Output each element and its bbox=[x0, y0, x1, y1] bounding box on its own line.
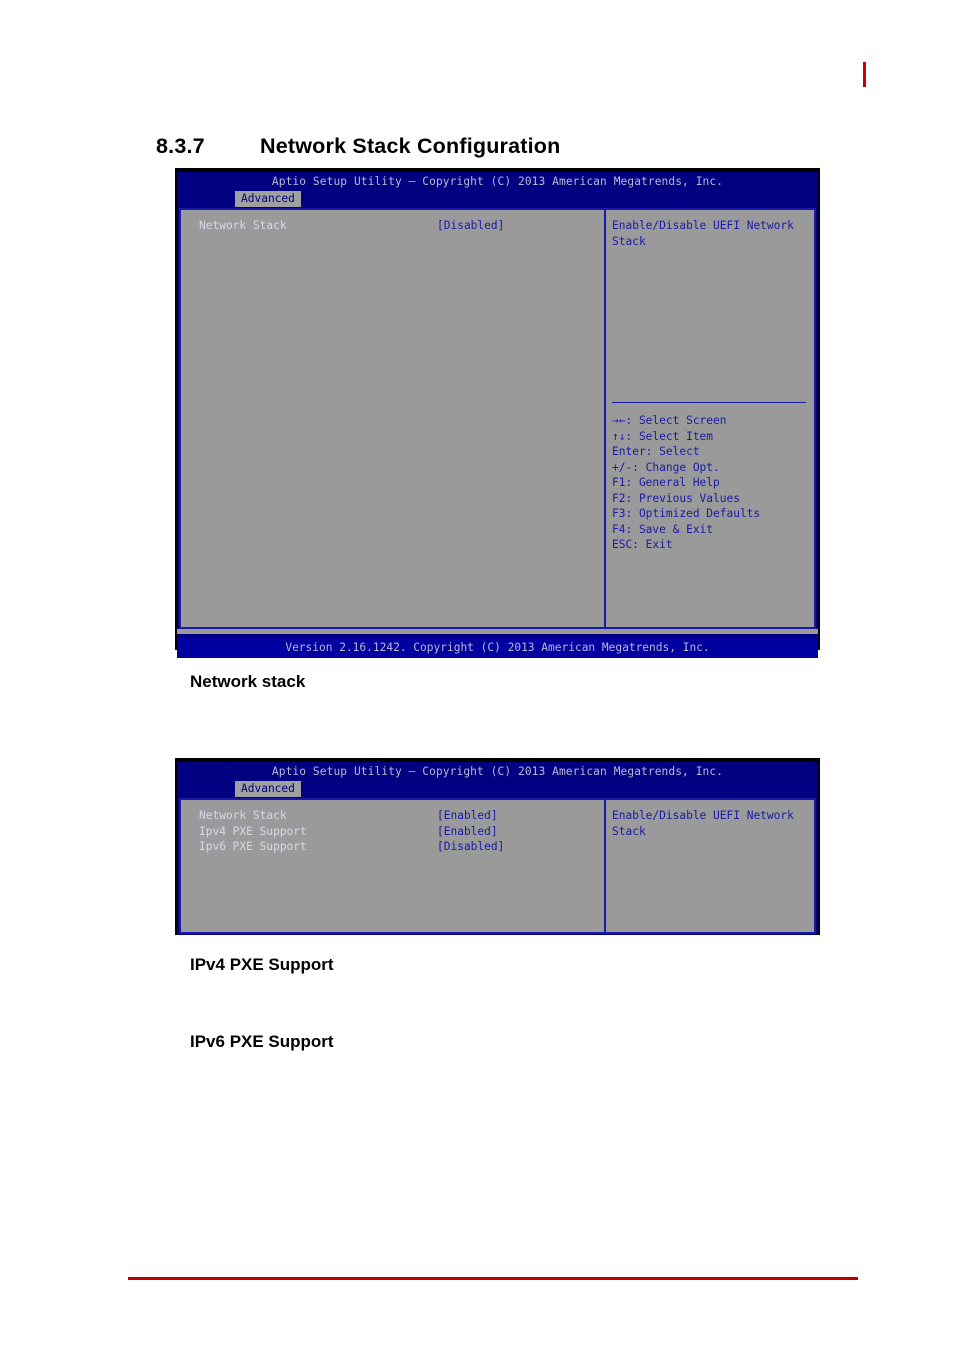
bios-title-bar: Aptio Setup Utility – Copyright (C) 2013… bbox=[177, 172, 818, 191]
footer-rule bbox=[128, 1277, 858, 1280]
key-change-opt: +/-: Change Opt. bbox=[612, 460, 720, 474]
setting-row-network-stack-2[interactable]: Network Stack [Enabled] bbox=[199, 808, 604, 824]
help-text-line-1: Enable/Disable UEFI Network bbox=[612, 809, 794, 822]
help-text-line-2: Stack bbox=[612, 824, 646, 838]
key-f3-optimized-defaults: F3: Optimized Defaults bbox=[612, 507, 761, 520]
page-edge-marker bbox=[863, 62, 866, 87]
key-f2-previous-values: F2: Previous Values bbox=[612, 491, 740, 505]
caption-ipv4-pxe-support: IPv4 PXE Support bbox=[190, 955, 334, 974]
bios-settings-pane-1: Network Stack [Disabled] bbox=[179, 208, 605, 629]
setting-row-network-stack[interactable]: Network Stack [Disabled] bbox=[199, 218, 604, 234]
setting-value[interactable]: [Enabled] bbox=[437, 824, 498, 840]
setting-value[interactable]: [Disabled] bbox=[437, 218, 504, 234]
page-title: 8.3.7 Network Stack Configuration bbox=[156, 134, 560, 159]
bios-version-footer: Version 2.16.1242. Copyright (C) 2013 Am… bbox=[177, 638, 818, 658]
setting-label: Ipv4 PXE Support bbox=[199, 824, 307, 838]
bios-screenshot-2: Aptio Setup Utility – Copyright (C) 2013… bbox=[175, 758, 820, 935]
setting-row-ipv4-pxe[interactable]: Ipv4 PXE Support [Enabled] bbox=[199, 824, 604, 840]
section-number: 8.3.7 bbox=[156, 134, 205, 159]
setting-label: Ipv6 PXE Support bbox=[199, 840, 307, 853]
help-text-line-1: Enable/Disable UEFI Network bbox=[612, 219, 794, 232]
key-f4-save-exit: F4: Save & Exit bbox=[612, 522, 714, 536]
tab-advanced[interactable]: Advanced bbox=[235, 191, 301, 207]
bios-title-bar-2: Aptio Setup Utility – Copyright (C) 2013… bbox=[177, 762, 818, 781]
caption-network-stack: Network stack bbox=[190, 672, 306, 691]
setting-label: Network Stack bbox=[199, 219, 287, 232]
key-select-screen: →←: Select Screen bbox=[612, 414, 727, 427]
bios-screenshot-1: Aptio Setup Utility – Copyright (C) 2013… bbox=[175, 168, 820, 658]
key-legend: →←: Select Screen ↑↓: Select Item Enter:… bbox=[612, 413, 760, 553]
bios-tab-row-2: Advanced bbox=[177, 781, 818, 798]
caption-ipv6-pxe-support: IPv6 PXE Support bbox=[190, 1032, 334, 1051]
help-text-line-2: Stack bbox=[612, 234, 646, 248]
setting-label: Network Stack bbox=[199, 809, 287, 822]
key-enter-select: Enter: Select bbox=[612, 445, 700, 458]
key-f1-general-help: F1: General Help bbox=[612, 476, 720, 489]
help-separator bbox=[612, 402, 806, 403]
bios-body-1: Network Stack [Disabled] Enable/Disable … bbox=[179, 208, 816, 629]
bios-help-pane-2: Enable/Disable UEFI Network Stack bbox=[605, 798, 816, 934]
tab-advanced-2[interactable]: Advanced bbox=[235, 781, 301, 797]
bios-help-pane-1: Enable/Disable UEFI Network Stack →←: Se… bbox=[605, 208, 816, 629]
setting-value[interactable]: [Enabled] bbox=[437, 808, 498, 824]
setting-row-ipv6-pxe[interactable]: Ipv6 PXE Support [Disabled] bbox=[199, 839, 604, 855]
bios-tab-row: Advanced bbox=[177, 191, 818, 208]
bios-settings-pane-2: Network Stack [Enabled] Ipv4 PXE Support… bbox=[179, 798, 605, 934]
bios-body-2: Network Stack [Enabled] Ipv4 PXE Support… bbox=[179, 798, 816, 934]
key-esc-exit: ESC: Exit bbox=[612, 538, 673, 551]
key-select-item: ↑↓: Select Item bbox=[612, 429, 714, 443]
bios-footer-gap bbox=[177, 629, 818, 634]
setting-value[interactable]: [Disabled] bbox=[437, 839, 504, 855]
section-title: Network Stack Configuration bbox=[260, 134, 561, 159]
